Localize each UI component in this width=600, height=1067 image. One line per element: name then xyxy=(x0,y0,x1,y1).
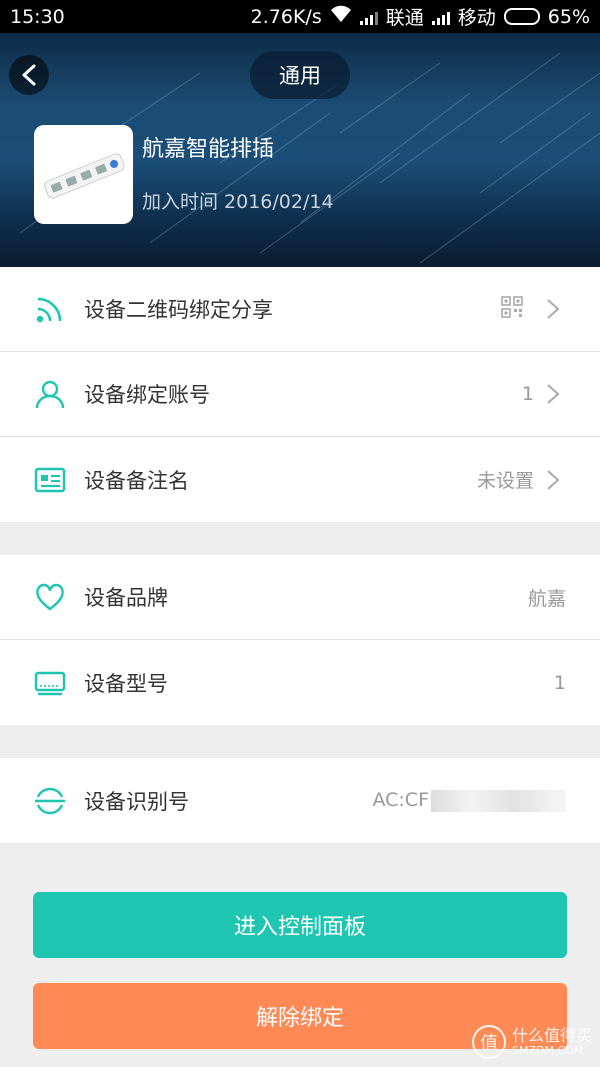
row-value: 航嘉 xyxy=(527,587,566,610)
back-button[interactable] xyxy=(9,55,49,95)
identifier-icon xyxy=(33,784,67,818)
identifier-value: AC:CF xyxy=(372,789,566,812)
chevron-right-icon xyxy=(547,299,560,319)
row-label: 设备二维码绑定分享 xyxy=(84,298,273,322)
wifi-share-icon xyxy=(33,292,67,326)
page-title: 通用 xyxy=(250,51,350,99)
row-label: 设备备注名 xyxy=(84,468,189,493)
status-bar: 15:30 2.76K/s 联通 移动 65% xyxy=(0,0,600,33)
wifi-icon xyxy=(330,5,352,28)
settings-group-3: 设备识别号 AC:CF xyxy=(0,758,600,843)
row-bound-account[interactable]: 设备绑定账号 1 xyxy=(0,352,600,437)
watermark-line2: SMZDM.COM xyxy=(511,1044,584,1057)
heart-icon xyxy=(33,580,67,614)
settings-group-1: 设备二维码绑定分享 设备绑定账号 1 设备备注名 未设置 xyxy=(0,267,600,522)
row-brand: 设备品牌 航嘉 xyxy=(0,555,600,640)
row-label: 设备型号 xyxy=(84,671,168,696)
identifier-text: AC:CF xyxy=(372,789,429,812)
redacted-area xyxy=(431,789,566,812)
device-header: 通用 航嘉智能排插 加入时间 2016/02/14 xyxy=(0,33,600,267)
watermark-line1: 什么值得买 xyxy=(511,1026,592,1045)
signal-icon-2 xyxy=(431,9,450,25)
row-identifier: 设备识别号 AC:CF xyxy=(0,758,600,843)
monitor-icon xyxy=(33,666,67,700)
device-image xyxy=(34,125,133,224)
row-label: 设备识别号 xyxy=(84,789,189,814)
qr-code-icon xyxy=(501,296,523,322)
carrier-1: 联通 xyxy=(385,7,424,29)
row-model: 设备型号 1 xyxy=(0,640,600,725)
status-time: 15:30 xyxy=(10,5,65,28)
device-name: 航嘉智能排插 xyxy=(142,137,275,162)
row-value: 1 xyxy=(553,671,566,694)
chevron-right-icon xyxy=(547,469,560,490)
watermark-logo: 值 xyxy=(471,1025,506,1059)
row-label: 设备绑定账号 xyxy=(84,383,210,407)
network-speed: 2.76K/s xyxy=(250,5,322,28)
device-added-time: 加入时间 2016/02/14 xyxy=(142,191,334,213)
row-qr-share[interactable]: 设备二维码绑定分享 xyxy=(0,267,600,352)
power-strip-icon xyxy=(43,152,125,199)
chevron-right-icon xyxy=(547,384,560,404)
signal-icon-1 xyxy=(359,9,378,25)
enter-control-panel-button[interactable]: 进入控制面板 xyxy=(33,892,567,958)
id-card-icon xyxy=(33,463,67,497)
row-value: 1 xyxy=(521,383,534,405)
settings-group-2: 设备品牌 航嘉 设备型号 1 xyxy=(0,555,600,725)
watermark: 值 什么值得买 SMZDM.COM xyxy=(471,1025,592,1059)
battery-icon xyxy=(503,8,540,25)
row-remark-name[interactable]: 设备备注名 未设置 xyxy=(0,437,600,522)
back-arrow-icon xyxy=(22,64,36,86)
status-right: 2.76K/s 联通 移动 65% xyxy=(251,3,590,30)
row-value: 未设置 xyxy=(476,470,534,492)
user-icon xyxy=(33,377,67,411)
carrier-2: 移动 xyxy=(457,7,496,29)
battery-percent: 65% xyxy=(547,5,590,28)
row-label: 设备品牌 xyxy=(84,586,168,610)
